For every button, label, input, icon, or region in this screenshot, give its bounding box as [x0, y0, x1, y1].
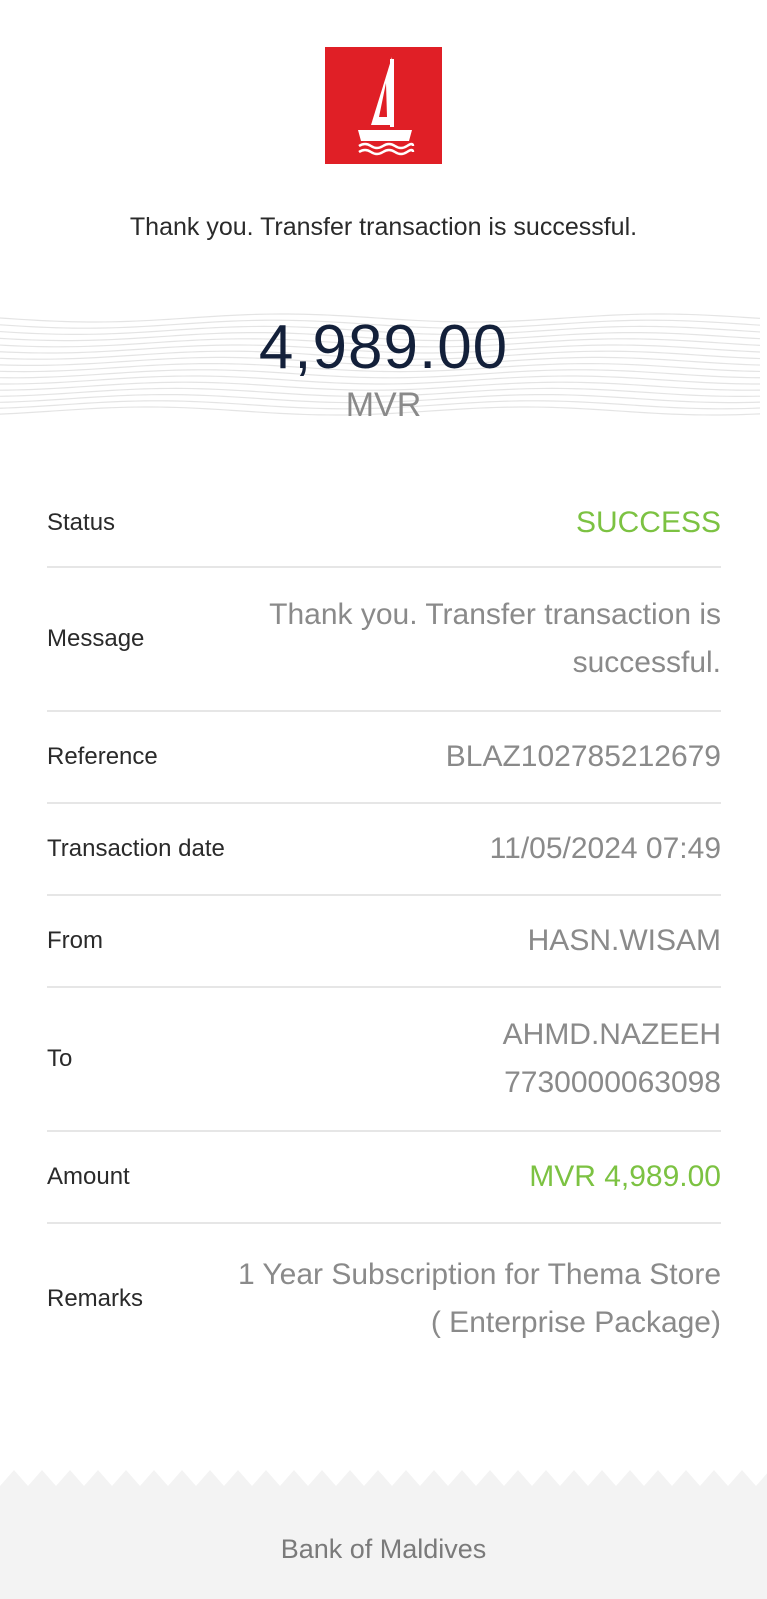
boat-sail-icon [358, 57, 415, 156]
zigzag-edge [0, 1470, 767, 1599]
detail-row-reference: Reference BLAZ102785212679 [47, 712, 721, 804]
to-name: AHMD.NAZEEH [502, 1018, 721, 1051]
footer: Bank of Maldives [0, 1466, 767, 1599]
amount-hero: 4,989.00 MVR [0, 312, 767, 424]
detail-label: From [47, 927, 103, 954]
detail-label: To [47, 1045, 73, 1072]
detail-row-amount: Amount MVR 4,989.00 [47, 1132, 721, 1224]
date-value: 11/05/2024 07:49 [489, 832, 721, 865]
amount-value: MVR 4,989.00 [529, 1160, 721, 1193]
detail-row-to: To AHMD.NAZEEH 7730000063098 [47, 988, 721, 1132]
detail-row-date: Transaction date 11/05/2024 07:49 [47, 804, 721, 896]
detail-row-from: From HASN.WISAM [47, 896, 721, 988]
detail-label: Reference [47, 743, 158, 770]
transaction-details: Status SUCCESS Message Thank you. Transf… [47, 480, 721, 1374]
detail-label: Status [47, 509, 116, 536]
to-value: AHMD.NAZEEH 7730000063098 [503, 1011, 721, 1107]
transfer-currency: MVR [345, 386, 422, 424]
success-message: Thank you. Transfer transaction is succe… [129, 213, 638, 241]
status-value: SUCCESS [575, 506, 721, 539]
detail-label: Amount [47, 1163, 130, 1190]
detail-row-remarks: Remarks 1 Year Subscription for Thema St… [47, 1224, 721, 1374]
from-value: HASN.WISAM [527, 924, 721, 957]
transfer-amount: 4,989.00 [258, 313, 509, 382]
detail-label: Message [47, 625, 145, 652]
detail-label: Remarks [47, 1285, 144, 1312]
bank-name: Bank of Maldives [280, 1534, 487, 1564]
detail-row-status: Status SUCCESS [47, 480, 721, 568]
to-account: 7730000063098 [504, 1066, 721, 1099]
remarks-value: 1 Year Subscription for Thema Store ( En… [237, 1258, 721, 1339]
message-value: Thank you. Transfer transaction is succe… [269, 598, 721, 679]
reference-value: BLAZ102785212679 [445, 740, 721, 773]
bank-logo [325, 47, 442, 164]
detail-label: Transaction date [47, 835, 225, 862]
detail-row-message: Message Thank you. Transfer transaction … [47, 568, 721, 712]
